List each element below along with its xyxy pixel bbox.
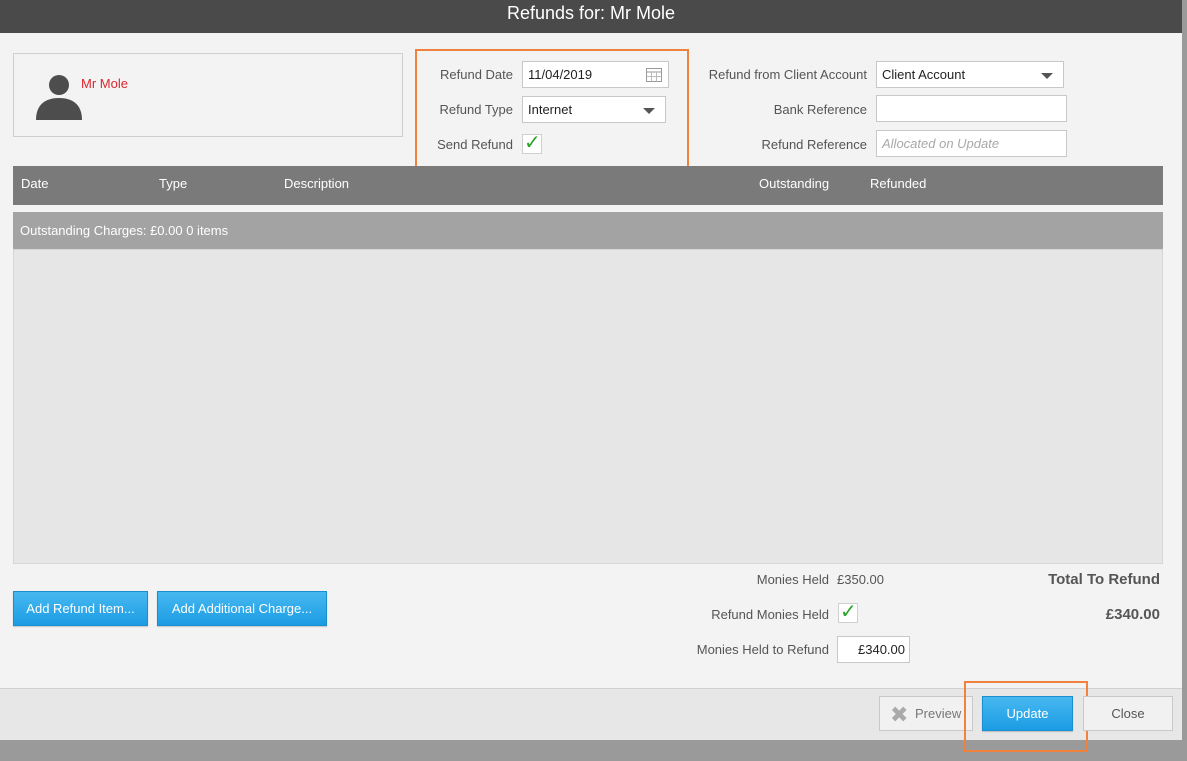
bank-reference-input[interactable] [876,95,1067,122]
chevron-down-icon [643,108,655,114]
refund-dialog: Refunds for: Mr Mole Mr Mole Refund Date… [0,0,1182,752]
monies-to-refund-input[interactable]: £340.00 [837,636,910,663]
column-date[interactable]: Date [21,176,48,191]
close-button[interactable]: Close [1083,696,1173,731]
total-to-refund-value: £340.00 [1105,606,1160,623]
monies-to-refund-label: Monies Held to Refund [696,642,829,657]
refund-reference-label: Refund Reference [761,137,867,152]
refund-type-value: Internet [528,102,573,117]
send-refund-checkbox[interactable]: ✓ [522,132,542,154]
chevron-down-icon [1041,73,1053,79]
charges-table-body [13,249,1163,564]
user-silhouette-icon [36,75,82,120]
calendar-icon[interactable] [646,68,662,82]
refund-from-label: Refund from Client Account [708,67,867,82]
outstanding-charges-group[interactable]: Outstanding Charges: £0.00 0 items [13,212,1163,249]
charges-table-header: Date Type Description Outstanding Refund… [13,166,1163,205]
close-x-icon: ✖ [890,702,909,727]
add-additional-charge-button[interactable]: Add Additional Charge... [157,591,327,626]
monies-held-label: Monies Held [756,572,829,587]
refund-reference-placeholder: Allocated on Update [882,136,1000,151]
dialog-title: Refunds for: Mr Mole [0,0,1182,33]
column-refunded[interactable]: Refunded [870,176,926,191]
refund-type-select[interactable]: Internet [522,96,666,123]
refund-date-value: 11/04/2019 [528,67,593,82]
refund-reference-input[interactable]: Allocated on Update [876,130,1067,157]
update-button[interactable]: Update [982,696,1073,731]
bank-reference-label: Bank Reference [773,102,867,117]
monies-held-value: £350.00 [837,572,884,587]
refund-monies-held-label: Refund Monies Held [711,607,829,622]
column-outstanding[interactable]: Outstanding [759,176,829,191]
refund-monies-held-checkbox[interactable]: ✓ [838,601,858,623]
refund-type-label: Refund Type [439,102,513,117]
client-card: Mr Mole [13,53,403,137]
client-name-link[interactable]: Mr Mole [81,76,128,91]
refund-from-value: Client Account [882,67,966,82]
preview-button[interactable]: ✖ Preview [879,696,973,731]
refund-from-select[interactable]: Client Account [876,61,1064,88]
add-refund-item-button[interactable]: Add Refund Item... [13,591,148,626]
checkmark-icon: ✓ [524,132,541,154]
refund-date-label: Refund Date [440,67,513,82]
total-to-refund-label: Total To Refund [1048,571,1160,588]
refund-date-field[interactable]: 11/04/2019 [522,61,669,88]
column-description[interactable]: Description [284,176,349,191]
preview-button-label: Preview [915,706,962,721]
checkmark-icon: ✓ [840,601,857,623]
send-refund-label: Send Refund [437,137,513,152]
column-type[interactable]: Type [159,176,187,191]
